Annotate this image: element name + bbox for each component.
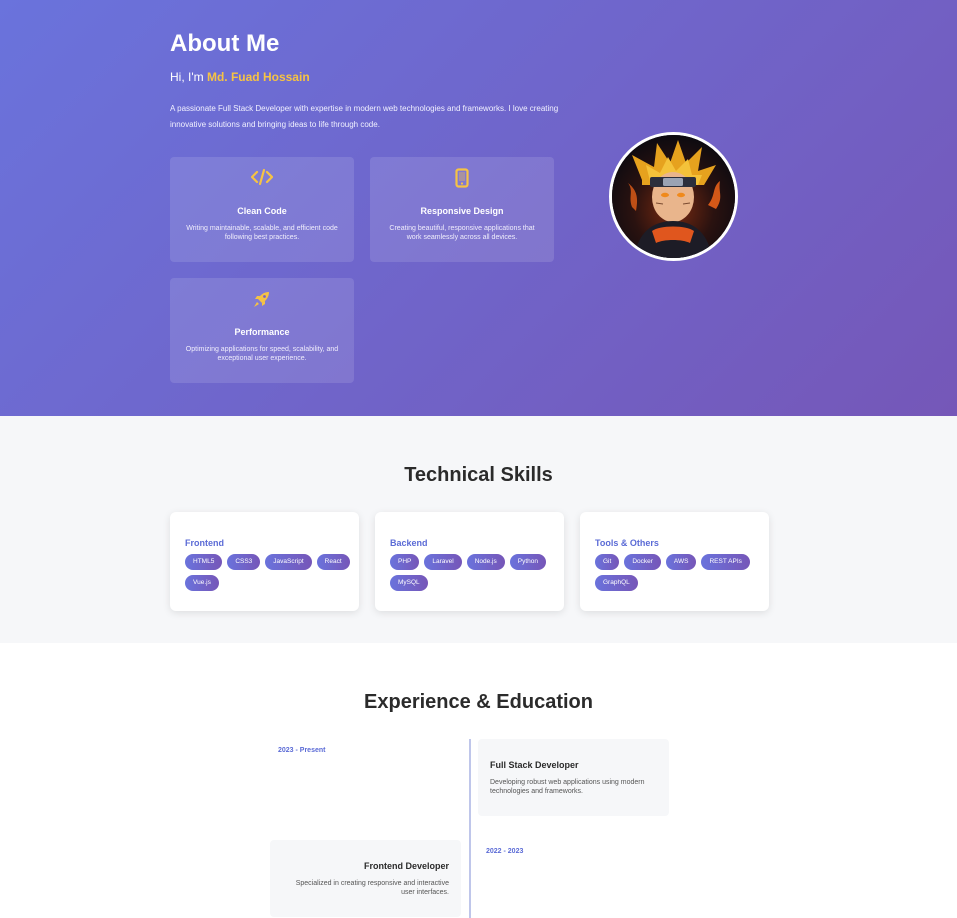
- skill-tag: Node.js: [466, 554, 505, 570]
- timeline-date: 2023 - Present: [278, 747, 326, 754]
- feature-card-desc: Creating beautiful, responsive applicati…: [389, 225, 535, 241]
- skill-tag: CSS3: [227, 554, 261, 570]
- skill-tag: AWS: [665, 554, 697, 570]
- mobile-icon: [370, 168, 554, 188]
- skill-tags: Git Docker AWS REST APIs GraphQL: [595, 554, 760, 591]
- skill-tag: MySQL: [390, 575, 428, 591]
- skill-card-tools: Tools & Others Git Docker AWS REST APIs …: [580, 512, 769, 611]
- feature-card-performance: Performance Optimizing applications for …: [170, 278, 354, 383]
- experience-section: Experience & Education 2023 - Present Fu…: [0, 643, 957, 918]
- skill-tag: REST APIs: [701, 554, 750, 570]
- greeting: Hi, I'm Md. Fuad Hossain: [170, 70, 310, 84]
- skill-tag: HTML5: [185, 554, 223, 570]
- skill-tag: GraphQL: [595, 575, 638, 591]
- feature-card-clean-code: Clean Code Writing maintainable, scalabl…: [170, 157, 354, 262]
- job-title: Full Stack Developer: [490, 760, 579, 770]
- greeting-prefix: Hi, I'm: [170, 70, 204, 84]
- timeline-line: [469, 739, 471, 918]
- skill-tag: PHP: [390, 554, 420, 570]
- skill-tag: JavaScript: [265, 554, 312, 570]
- skill-card-frontend: Frontend HTML5 CSS3 JavaScript React Vue…: [170, 512, 359, 611]
- skill-tag: Laravel: [424, 554, 462, 570]
- code-icon: [170, 168, 354, 188]
- rocket-icon: [170, 289, 354, 309]
- skill-tags: PHP Laravel Node.js Python MySQL: [390, 554, 555, 591]
- skill-tag: Docker: [624, 554, 661, 570]
- timeline-card-full-stack: Full Stack Developer Developing robust w…: [478, 739, 669, 816]
- job-description: Developing robust web applications using…: [490, 779, 645, 795]
- author-name: Md. Fuad Hossain: [206, 70, 310, 84]
- about-section: About Me Hi, I'm Md. Fuad Hossain A pass…: [0, 0, 957, 416]
- timeline-card-frontend: Frontend Developer Specialized in creati…: [270, 840, 461, 917]
- bio-text: A passionate Full Stack Developer with e…: [170, 104, 559, 129]
- skill-tag: Git: [595, 554, 620, 570]
- skill-card-backend: Backend PHP Laravel Node.js Python MySQL: [375, 512, 564, 611]
- experience-title: Experience & Education: [364, 691, 593, 713]
- profile-avatar: [609, 132, 738, 261]
- skill-tags: HTML5 CSS3 JavaScript React Vue.js: [185, 554, 350, 591]
- feature-card-responsive-design: Responsive Design Creating beautiful, re…: [370, 157, 554, 262]
- feature-card-desc: Optimizing applications for speed, scala…: [185, 346, 339, 362]
- feature-card-title: Responsive Design: [420, 206, 504, 216]
- skill-tag: React: [316, 554, 350, 570]
- about-title: About Me: [170, 30, 280, 57]
- skill-category-title: Tools & Others: [595, 538, 659, 548]
- feature-card-desc: Writing maintainable, scalable, and effi…: [186, 225, 338, 241]
- skill-tag: Vue.js: [185, 575, 219, 591]
- job-description: Specialized in creating responsive and i…: [295, 880, 449, 896]
- skill-category-title: Backend: [390, 538, 428, 548]
- timeline-date: 2022 - 2023: [486, 848, 524, 855]
- skills-section: Technical Skills Frontend HTML5 CSS3 Jav…: [0, 416, 957, 643]
- skill-tag: Python: [509, 554, 546, 570]
- skill-category-title: Frontend: [185, 538, 224, 548]
- job-title: Frontend Developer: [363, 861, 449, 871]
- skills-title: Technical Skills: [404, 464, 553, 486]
- feature-card-title: Clean Code: [237, 206, 287, 216]
- feature-card-title: Performance: [234, 327, 290, 337]
